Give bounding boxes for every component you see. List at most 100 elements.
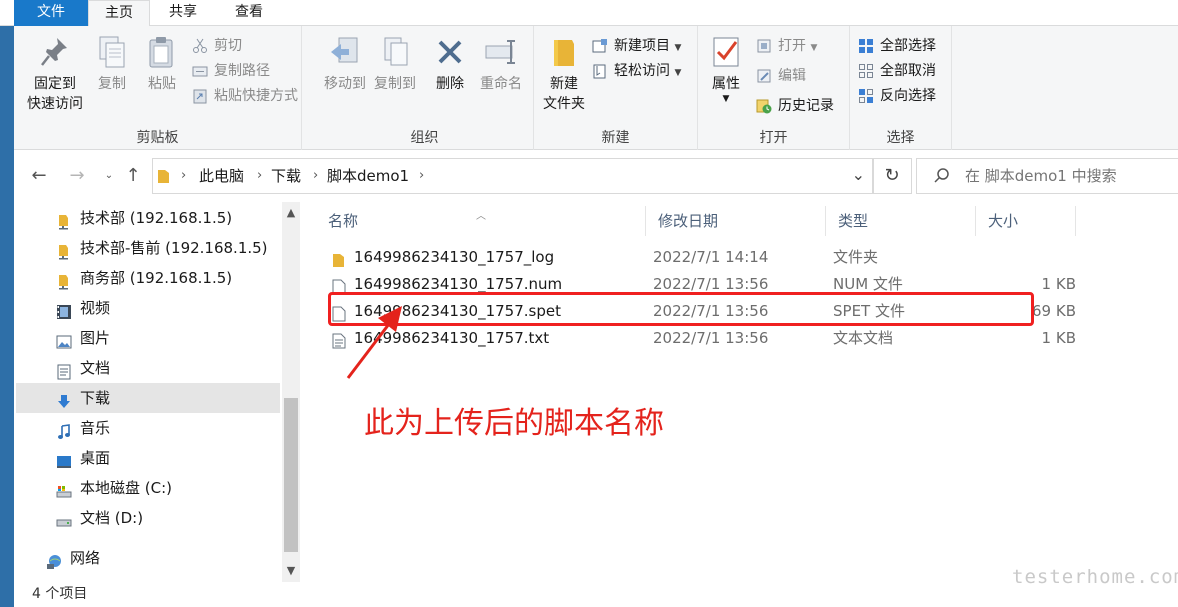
new-group-label: 新建 <box>601 130 630 146</box>
column-header-name[interactable]: ︿ 名称 <box>316 206 646 236</box>
select-group: 全部选择 全部取消 反向选择 选择 <box>850 26 952 150</box>
address-row: ← → ⌄ ↑ › 此电脑 › 下载 › 脚本demo1 › ⌄ ↻ <box>14 150 1178 200</box>
recent-locations-chevron-icon[interactable]: ⌄ <box>98 164 120 188</box>
breadcrumb-this-pc[interactable]: 此电脑 <box>199 159 244 193</box>
nav-item-drive-d[interactable]: 文档 (D:) <box>16 503 280 533</box>
nav-item-label: 下载 <box>80 389 111 407</box>
nav-item-tech-presales[interactable]: 技术部-售前 (192.168.1.5) <box>16 233 280 263</box>
open-button[interactable]: 打开 ▼ <box>756 34 817 58</box>
column-header-date[interactable]: 修改日期 <box>646 206 826 236</box>
forward-arrow-icon[interactable]: → <box>66 164 88 188</box>
file-row[interactable]: 1649986234130_1757.txt 2022/7/1 13:56 文本… <box>326 325 1080 352</box>
rename-label: 重命名 <box>480 76 522 92</box>
open-group: 属性 ▼ 打开 ▼ 编辑 历史记录 打开 <box>698 26 850 150</box>
pictures-folder-icon <box>56 330 72 349</box>
search-input[interactable] <box>965 165 1175 187</box>
tab-home[interactable]: 主页 <box>88 0 150 27</box>
edit-label: 编辑 <box>778 68 806 84</box>
select-all-button[interactable]: 全部选择 <box>858 34 936 58</box>
copy-to-button[interactable]: 复制到 <box>370 34 420 94</box>
new-item-label: 新建项目 <box>614 38 670 54</box>
delete-x-icon <box>432 34 468 70</box>
column-header-size[interactable]: 大小 <box>976 206 1076 236</box>
easy-access-dropdown-icon: ▼ <box>674 68 682 78</box>
file-icon <box>332 277 346 295</box>
nav-item-downloads[interactable]: 下载 <box>16 383 280 413</box>
back-arrow-icon[interactable]: ← <box>28 164 50 188</box>
nav-item-videos[interactable]: 视频 <box>16 293 280 323</box>
search-box[interactable] <box>916 158 1178 194</box>
file-type: 文件夹 <box>833 248 879 266</box>
pin-label-line2: 快速访问 <box>27 96 83 112</box>
nav-item-label: 桌面 <box>80 449 111 467</box>
ribbon-tab-bar: 文件 主页 共享 查看 <box>0 0 1178 27</box>
move-to-button[interactable]: 移动到 <box>320 34 370 94</box>
easy-access-button[interactable]: 轻松访问 ▼ <box>592 59 681 83</box>
network-icon <box>46 550 62 569</box>
address-dropdown-chevron-icon[interactable]: ⌄ <box>852 165 865 184</box>
nav-item-desktop[interactable]: 桌面 <box>16 443 280 473</box>
clipboard-group: 固定到 快速访问 复制 粘贴 剪切 复制路径 粘贴快捷方式 剪贴板 <box>14 26 302 150</box>
annotation-arrow-icon <box>346 306 402 379</box>
paste-shortcut-button[interactable]: 粘贴快捷方式 <box>192 84 298 108</box>
nav-item-tech-dept[interactable]: 技术部 (192.168.1.5) <box>16 203 280 233</box>
history-button[interactable]: 历史记录 <box>756 94 834 118</box>
copy-button[interactable]: 复制 <box>92 34 132 94</box>
invert-selection-button[interactable]: 反向选择 <box>858 84 936 108</box>
new-folder-icon <box>546 34 582 70</box>
open-group-label: 打开 <box>759 130 788 146</box>
file-name: 1649986234130_1757_log <box>354 248 555 266</box>
copy-label: 复制 <box>98 76 126 92</box>
properties-button[interactable]: 属性 ▼ <box>704 34 748 104</box>
breadcrumb-downloads[interactable]: 下载 <box>271 159 301 193</box>
breadcrumb-separator-icon: › <box>257 168 263 183</box>
nav-item-music[interactable]: 音乐 <box>16 413 280 443</box>
tab-share[interactable]: 共享 <box>150 0 216 26</box>
tab-view[interactable]: 查看 <box>216 0 282 26</box>
history-label: 历史记录 <box>778 98 834 114</box>
new-folder-button[interactable]: 新建 文件夹 <box>538 34 590 114</box>
address-bar[interactable]: › 此电脑 › 下载 › 脚本demo1 › ⌄ <box>152 158 874 194</box>
downloads-folder-icon <box>56 390 72 408</box>
cut-button[interactable]: 剪切 <box>192 34 242 58</box>
nav-item-label: 图片 <box>80 329 111 347</box>
file-list: ︿ 名称 修改日期 类型 大小 1649986234130_1757_log 2… <box>316 200 1178 582</box>
up-arrow-icon[interactable]: ↑ <box>122 164 144 188</box>
breadcrumb-separator-icon: › <box>419 168 425 183</box>
delete-button[interactable]: 删除 <box>430 34 470 94</box>
column-header-label: 名称 <box>328 212 359 230</box>
nav-item-business-dept[interactable]: 商务部 (192.168.1.5) <box>16 263 280 293</box>
move-to-icon <box>327 34 363 70</box>
refresh-icon[interactable]: ↻ <box>872 158 912 194</box>
nav-item-label: 文档 (D:) <box>80 509 144 527</box>
copy-path-button[interactable]: 复制路径 <box>192 59 270 83</box>
pin-to-quick-access-button[interactable]: 固定到 快速访问 <box>22 34 88 114</box>
copy-to-label: 复制到 <box>374 76 416 92</box>
folder-icon <box>332 250 346 267</box>
column-header-type[interactable]: 类型 <box>826 206 976 236</box>
breadcrumb-script-folder[interactable]: 脚本demo1 <box>327 159 409 193</box>
file-date: 2022/7/1 14:14 <box>653 248 769 266</box>
pin-icon <box>37 34 73 70</box>
nav-item-documents[interactable]: 文档 <box>16 353 280 383</box>
rename-button[interactable]: 重命名 <box>474 34 528 94</box>
select-none-button[interactable]: 全部取消 <box>858 59 936 83</box>
tab-file[interactable]: 文件 <box>14 0 88 26</box>
edit-button[interactable]: 编辑 <box>756 64 806 88</box>
file-size: 1 KB <box>1041 275 1076 293</box>
nav-item-pictures[interactable]: 图片 <box>16 323 280 353</box>
scroll-up-arrow-icon[interactable]: ▲ <box>282 204 300 222</box>
nav-item-local-disk-c[interactable]: 本地磁盘 (C:) <box>16 473 280 503</box>
scroll-down-arrow-icon[interactable]: ▼ <box>282 562 300 580</box>
nav-item-label: 商务部 (192.168.1.5) <box>80 269 233 287</box>
file-row[interactable]: 1649986234130_1757_log 2022/7/1 14:14 文件… <box>326 244 1080 271</box>
nav-item-network[interactable]: 网络 <box>16 543 280 573</box>
copy-path-label: 复制路径 <box>214 63 270 79</box>
new-item-button[interactable]: 新建项目 ▼ <box>592 34 681 58</box>
paste-button[interactable]: 粘贴 <box>142 34 182 94</box>
open-icon <box>756 38 772 54</box>
select-all-label: 全部选择 <box>880 38 936 54</box>
navigation-scrollbar[interactable]: ▲ ▼ <box>282 202 300 582</box>
sort-ascending-caret-icon: ︿ <box>476 211 486 222</box>
scrollbar-thumb[interactable] <box>284 398 298 552</box>
